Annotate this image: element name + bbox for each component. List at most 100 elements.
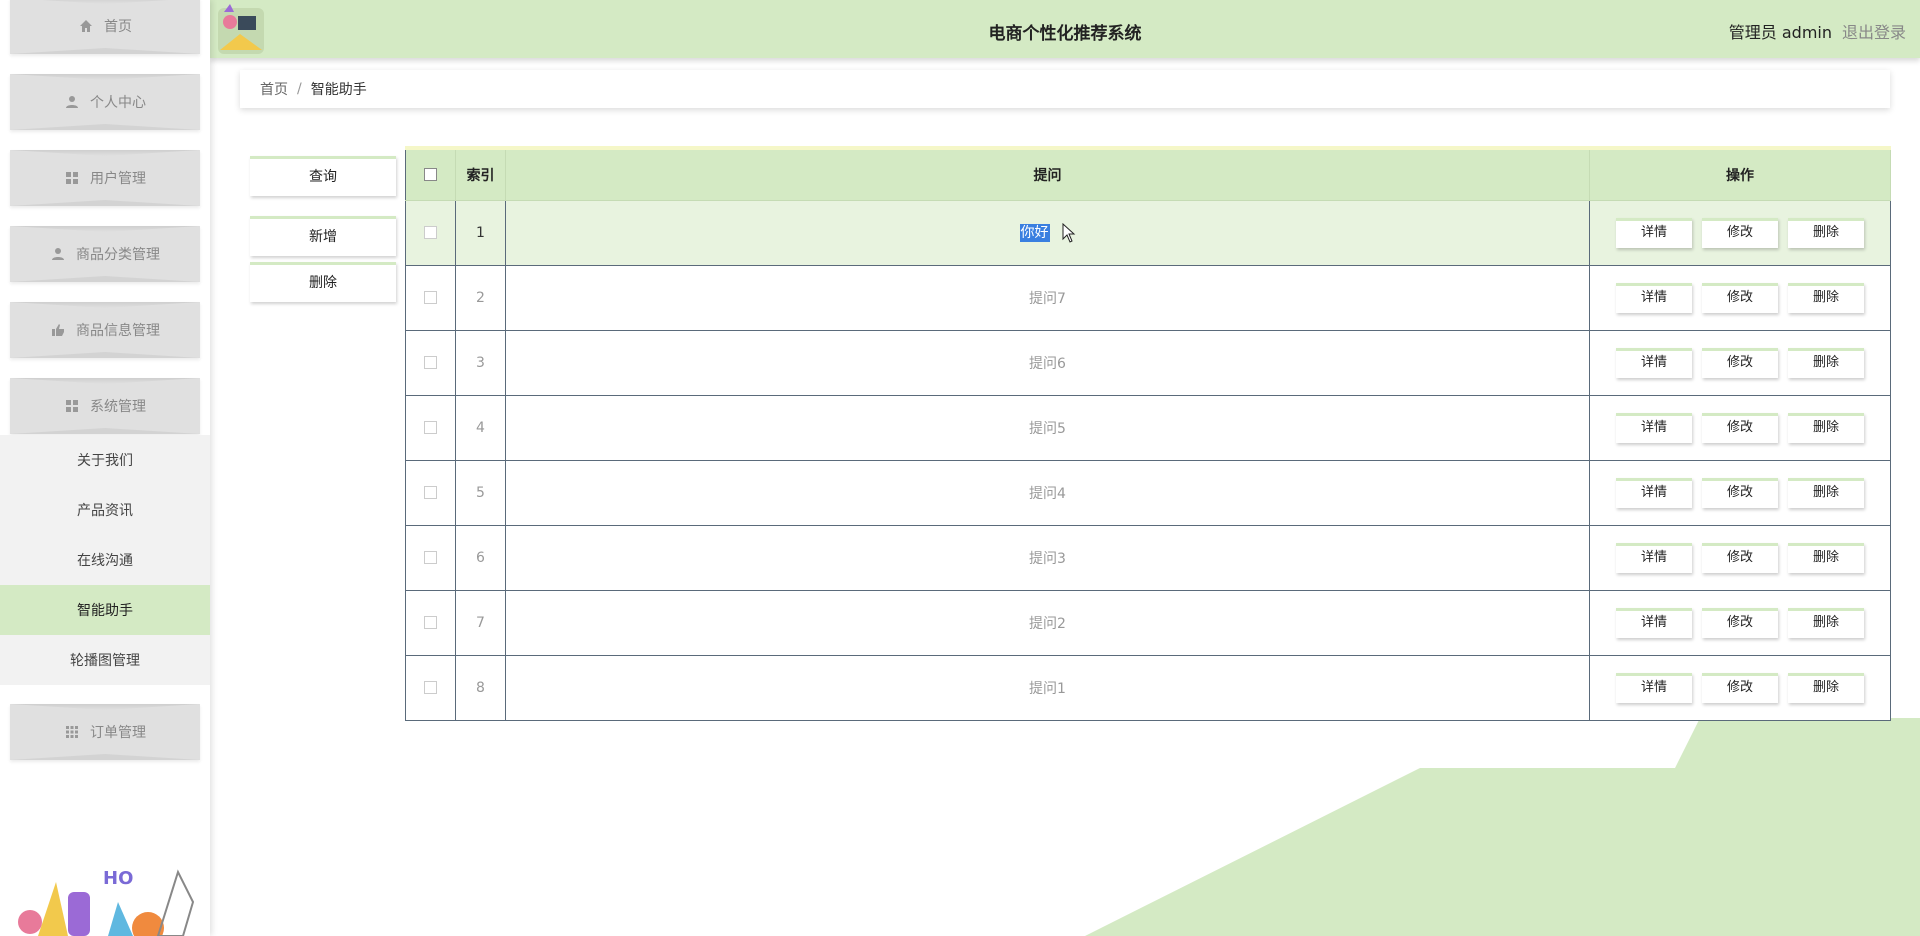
detail-button[interactable]: 详情 xyxy=(1616,672,1692,703)
user-icon xyxy=(50,246,66,262)
data-table: 索引 提问 操作 1 你好 详情 修改 删除 2 提问7 详情 修改 删除 3 提问6 xyxy=(405,146,1891,721)
column-header-question: 提问 xyxy=(505,146,1590,201)
row-checkbox[interactable] xyxy=(424,421,437,434)
row-checkbox[interactable] xyxy=(424,226,437,239)
query-button[interactable]: 查询 xyxy=(250,156,396,196)
row-index: 7 xyxy=(455,590,506,656)
submenu-item-news[interactable]: 产品资讯 xyxy=(0,485,210,535)
user-icon xyxy=(64,94,80,110)
detail-button[interactable]: 详情 xyxy=(1616,477,1692,508)
row-checkbox[interactable] xyxy=(424,616,437,629)
edit-button[interactable]: 修改 xyxy=(1702,217,1778,248)
detail-button[interactable]: 详情 xyxy=(1616,217,1692,248)
sidebar-item-label: 商品分类管理 xyxy=(76,247,160,263)
row-actions: 详情 修改 删除 xyxy=(1589,460,1891,526)
edit-button[interactable]: 修改 xyxy=(1702,542,1778,573)
detail-button[interactable]: 详情 xyxy=(1616,607,1692,638)
sidebar-item-label: 个人中心 xyxy=(90,95,146,111)
top-header: 电商个性化推荐系统 管理员 admin 退出登录 xyxy=(210,0,1920,58)
row-actions: 详情 修改 删除 xyxy=(1589,265,1891,331)
row-question: 提问1 xyxy=(505,655,1590,721)
row-index: 5 xyxy=(455,460,506,526)
row-index: 1 xyxy=(455,200,506,266)
row-checkbox[interactable] xyxy=(424,291,437,304)
column-header-index: 索引 xyxy=(455,146,506,201)
sidebar-item-label: 商品信息管理 xyxy=(76,323,160,339)
row-question: 你好 xyxy=(1019,224,1050,242)
delete-button[interactable]: 删除 xyxy=(1788,542,1864,573)
sidebar-item-product[interactable]: 商品信息管理 xyxy=(10,302,200,358)
add-button[interactable]: 新增 xyxy=(250,216,396,256)
edit-button[interactable]: 修改 xyxy=(1702,282,1778,313)
row-checkbox[interactable] xyxy=(424,356,437,369)
edit-button[interactable]: 修改 xyxy=(1702,672,1778,703)
edit-button[interactable]: 修改 xyxy=(1702,412,1778,443)
table-row[interactable]: 4 提问5 详情 修改 删除 xyxy=(405,395,1891,461)
row-actions: 详情 修改 删除 xyxy=(1589,525,1891,591)
delete-button[interactable]: 删除 xyxy=(1788,217,1864,248)
sidebar-item-system[interactable]: 系统管理 xyxy=(10,378,200,434)
row-question: 提问6 xyxy=(505,330,1590,396)
detail-button[interactable]: 详情 xyxy=(1616,282,1692,313)
home-icon xyxy=(78,18,94,34)
breadcrumb-separator: / xyxy=(297,81,302,97)
select-all-checkbox[interactable] xyxy=(424,168,437,182)
sidebar-item-label: 订单管理 xyxy=(90,725,146,741)
delete-button[interactable]: 删除 xyxy=(1788,347,1864,378)
breadcrumb: 首页 / 智能助手 xyxy=(240,70,1890,108)
row-actions: 详情 修改 删除 xyxy=(1589,200,1891,266)
submenu-item-carousel[interactable]: 轮播图管理 xyxy=(0,635,210,685)
row-checkbox[interactable] xyxy=(424,551,437,564)
table-row[interactable]: 6 提问3 详情 修改 删除 xyxy=(405,525,1891,591)
sidebar-item-orders[interactable]: 订单管理 xyxy=(10,704,200,760)
sidebar-item-label: 首页 xyxy=(104,19,132,35)
row-question: 提问4 xyxy=(505,460,1590,526)
row-actions: 详情 修改 删除 xyxy=(1589,655,1891,721)
sidebar-item-users[interactable]: 用户管理 xyxy=(10,150,200,206)
row-checkbox[interactable] xyxy=(424,681,437,694)
delete-button[interactable]: 删除 xyxy=(1788,672,1864,703)
row-actions: 详情 修改 删除 xyxy=(1589,330,1891,396)
select-all-cell xyxy=(405,146,456,201)
thumb-icon xyxy=(50,322,66,338)
edit-button[interactable]: 修改 xyxy=(1702,347,1778,378)
table-row[interactable]: 2 提问7 详情 修改 删除 xyxy=(405,265,1891,331)
delete-button[interactable]: 删除 xyxy=(1788,477,1864,508)
mouse-cursor-icon xyxy=(1062,223,1075,243)
table-row[interactable]: 3 提问6 详情 修改 删除 xyxy=(405,330,1891,396)
detail-button[interactable]: 详情 xyxy=(1616,412,1692,443)
delete-button[interactable]: 删除 xyxy=(1788,607,1864,638)
submenu-item-about[interactable]: 关于我们 xyxy=(0,435,210,485)
grid-icon xyxy=(64,170,80,186)
current-user: 管理员 admin xyxy=(1728,23,1832,42)
table-row[interactable]: 8 提问1 详情 修改 删除 xyxy=(405,655,1891,721)
delete-button[interactable]: 删除 xyxy=(1788,282,1864,313)
table-row[interactable]: 1 你好 详情 修改 删除 xyxy=(405,200,1891,266)
detail-button[interactable]: 详情 xyxy=(1616,542,1692,573)
row-question: 提问2 xyxy=(505,590,1590,656)
submenu-item-chat[interactable]: 在线沟通 xyxy=(0,535,210,585)
grid-icon xyxy=(64,398,80,414)
row-actions: 详情 修改 删除 xyxy=(1589,395,1891,461)
edit-button[interactable]: 修改 xyxy=(1702,477,1778,508)
row-index: 8 xyxy=(455,655,506,721)
submenu-item-assistant[interactable]: 智能助手 xyxy=(0,585,210,635)
breadcrumb-home[interactable]: 首页 xyxy=(260,79,288,99)
row-question: 提问5 xyxy=(505,395,1590,461)
system-submenu: 关于我们 产品资讯 在线沟通 智能助手 轮播图管理 xyxy=(0,435,210,685)
sidebar-item-category[interactable]: 商品分类管理 xyxy=(10,226,200,282)
breadcrumb-current: 智能助手 xyxy=(310,82,367,98)
row-index: 2 xyxy=(455,265,506,331)
edit-button[interactable]: 修改 xyxy=(1702,607,1778,638)
sidebar-item-label: 系统管理 xyxy=(90,399,146,415)
sidebar-item-home[interactable]: 首页 xyxy=(10,0,200,54)
sidebar-item-profile[interactable]: 个人中心 xyxy=(10,74,200,130)
delete-button[interactable]: 删除 xyxy=(1788,412,1864,443)
detail-button[interactable]: 详情 xyxy=(1616,347,1692,378)
batch-delete-button[interactable]: 删除 xyxy=(250,262,396,302)
logout-link[interactable]: 退出登录 xyxy=(1842,19,1906,43)
row-checkbox[interactable] xyxy=(424,486,437,499)
table-row[interactable]: 7 提问2 详情 修改 删除 xyxy=(405,590,1891,656)
sidebar: 首页 个人中心 用户管理 商品分类管理 商品信息管理 系统管理 关于我们 产品资… xyxy=(0,0,210,936)
table-row[interactable]: 5 提问4 详情 修改 删除 xyxy=(405,460,1891,526)
